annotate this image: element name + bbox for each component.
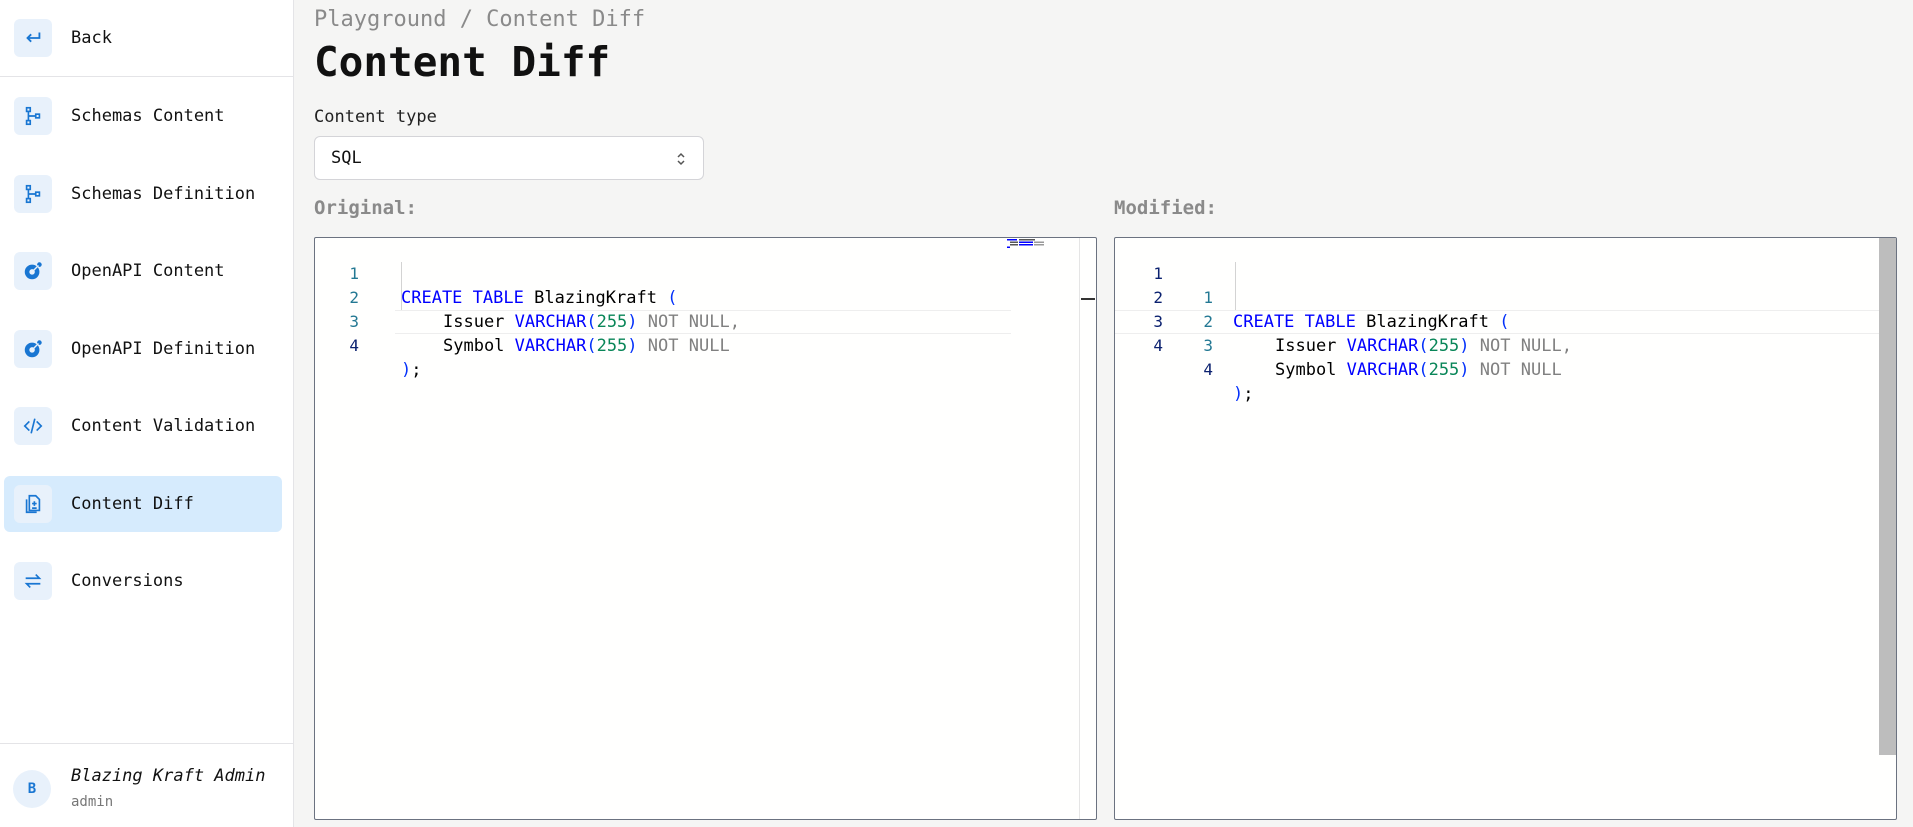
sidebar-item-label: Conversions <box>71 571 184 591</box>
token: VARCHAR <box>514 336 587 356</box>
sidebar-item-label: OpenAPI Content <box>71 261 225 281</box>
code-line: 3 Symbol VARCHAR(255) NOT NULL <box>315 286 1096 356</box>
code-line: 1 CREATE TABLE BlazingKraft ( <box>315 238 1096 308</box>
token: ; <box>411 360 422 380</box>
token: Issuer <box>1275 336 1337 356</box>
user-role: admin <box>71 794 114 810</box>
user-profile[interactable]: B Blazing Kraft Admin admin <box>0 743 294 827</box>
sidebar: Back Schemas Content Schemas Definition … <box>0 0 294 827</box>
sidebar-item-label: OpenAPI Definition <box>71 339 256 359</box>
code-line: 2 Issuer VARCHAR(255) NOT NULL, <box>315 262 1096 332</box>
token: ) <box>627 336 638 356</box>
sidebar-item-label: Schemas Definition <box>71 184 256 204</box>
sidebar-item-openapi-definition[interactable]: OpenAPI Definition <box>4 321 282 377</box>
chevron-up-down-icon <box>677 152 685 166</box>
code-line: 3 3 Symbol VARCHAR(255) NOT NULL <box>1115 286 1896 380</box>
sidebar-item-content-diff[interactable]: Content Diff <box>4 476 282 532</box>
sidebar-item-conversions[interactable]: Conversions <box>4 553 282 609</box>
sidebar-item-openapi-content[interactable]: OpenAPI Content <box>4 243 282 299</box>
token: VARCHAR <box>1346 336 1419 356</box>
sidebar-item-content-validation[interactable]: Content Validation <box>4 398 282 454</box>
line-number: 4 <box>349 336 359 355</box>
token: , <box>1561 336 1572 356</box>
token: Symbol <box>443 336 505 356</box>
user-name: Blazing Kraft Admin <box>71 766 266 786</box>
minimap[interactable] <box>1007 238 1049 248</box>
token: ) <box>401 360 412 380</box>
sidebar-item-schemas-content[interactable]: Schemas Content <box>4 88 282 144</box>
line-number: 3 <box>1203 336 1213 355</box>
sidebar-item-label: Content Diff <box>71 494 194 514</box>
token: NOT NULL <box>647 336 730 356</box>
diff-file-icon <box>14 485 52 523</box>
sidebar-item-label: Content Validation <box>71 416 256 436</box>
token: 255 <box>596 336 628 356</box>
line-number: 4 <box>1203 360 1213 379</box>
content-type-label: Content type <box>314 107 437 127</box>
openapi-icon <box>14 252 52 290</box>
token: ) <box>1233 384 1244 404</box>
code-line: 4 4 ); <box>1115 310 1896 404</box>
openapi-icon <box>14 330 52 368</box>
back-label: Back <box>71 28 112 48</box>
original-editor[interactable]: 1 CREATE TABLE BlazingKraft ( 2 Issuer V… <box>314 237 1097 820</box>
token: ( <box>586 336 597 356</box>
original-line-number: 4 <box>1153 336 1163 355</box>
schema-tree-icon <box>14 175 52 213</box>
token: ) <box>1459 360 1470 380</box>
token: NOT NULL <box>1479 360 1562 380</box>
swap-arrows-icon <box>14 562 52 600</box>
modified-editor[interactable]: 1 1 CREATE TABLE BlazingKraft ( 2 2 Issu… <box>1114 237 1897 820</box>
token: NOT NULL <box>1479 336 1562 356</box>
vertical-scrollbar[interactable] <box>1079 238 1096 819</box>
token: 255 <box>1428 360 1460 380</box>
code-line: 2 2 Issuer VARCHAR(255) NOT NULL, <box>1115 262 1896 356</box>
content-type-value: SQL <box>331 148 362 168</box>
avatar: B <box>13 770 51 808</box>
sidebar-item-schemas-definition[interactable]: Schemas Definition <box>4 166 282 222</box>
token: ( <box>1418 360 1429 380</box>
vertical-scrollbar[interactable] <box>1879 238 1896 755</box>
schema-tree-icon <box>14 97 52 135</box>
token: Symbol <box>1275 360 1337 380</box>
content-type-select[interactable]: SQL <box>314 136 704 180</box>
token: ) <box>1459 336 1470 356</box>
back-row: Back <box>0 0 294 77</box>
original-label: Original: <box>314 197 417 219</box>
code-icon <box>14 407 52 445</box>
back-arrow-icon <box>14 19 52 57</box>
overview-ruler-marker <box>1081 298 1095 300</box>
code-line: 1 1 CREATE TABLE BlazingKraft ( <box>1115 238 1896 332</box>
sidebar-item-label: Schemas Content <box>71 106 225 126</box>
token: VARCHAR <box>1346 360 1419 380</box>
token: 255 <box>1428 336 1460 356</box>
token: ; <box>1243 384 1254 404</box>
modified-label: Modified: <box>1114 197 1217 219</box>
back-button[interactable]: Back <box>4 10 282 66</box>
page-title: Content Diff <box>314 38 611 86</box>
breadcrumb: Playground / Content Diff <box>314 7 646 32</box>
token: ( <box>1418 336 1429 356</box>
code-line: 4 ); <box>315 310 1096 380</box>
